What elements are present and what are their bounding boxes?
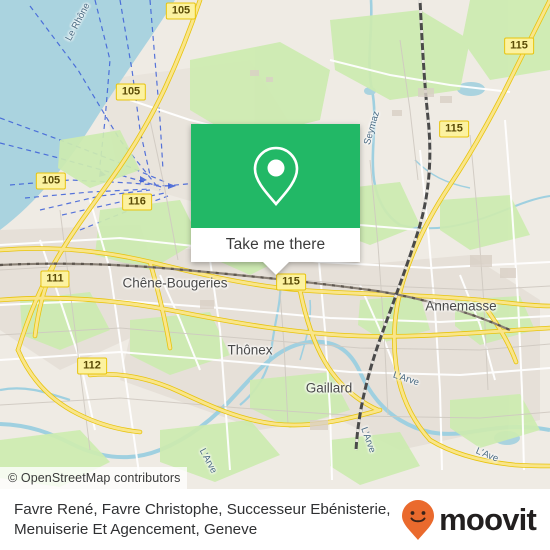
route-shield: 115 <box>504 37 534 55</box>
callout-pointer <box>262 262 289 275</box>
map-label: Gaillard <box>305 380 353 396</box>
callout-header <box>191 124 360 228</box>
map-callout-card[interactable]: Take me there <box>191 124 360 275</box>
place-title: Favre René, Favre Christophe, Successeur… <box>14 500 391 538</box>
take-me-there-button[interactable]: Take me there <box>191 228 360 262</box>
moovit-wordmark: moovit <box>439 502 537 537</box>
route-shield: 115 <box>276 273 306 291</box>
moovit-map-page: Chêne-Bougeries Thônex Annemasse Gaillard Le… <box>0 0 550 550</box>
map-label: Annemasse <box>425 298 497 314</box>
route-shield: 111 <box>40 270 70 288</box>
map-pin-icon <box>253 146 298 207</box>
moovit-logo[interactable]: moovit <box>401 499 537 541</box>
route-shield: 115 <box>439 120 469 138</box>
page-footer: Favre René, Favre Christophe, Successeur… <box>0 489 550 550</box>
map-label: Thônex <box>227 342 273 358</box>
route-shield: 105 <box>115 83 147 101</box>
osm-attribution[interactable]: © OpenStreetMap contributors <box>0 467 187 489</box>
route-shield: 105 <box>165 2 197 20</box>
route-shield: 112 <box>77 357 107 375</box>
route-shield: 105 <box>35 172 67 190</box>
route-shield: 116 <box>122 193 152 211</box>
map-label: Chêne-Bougeries <box>122 275 228 291</box>
moovit-pin-smiley-icon <box>402 499 435 540</box>
